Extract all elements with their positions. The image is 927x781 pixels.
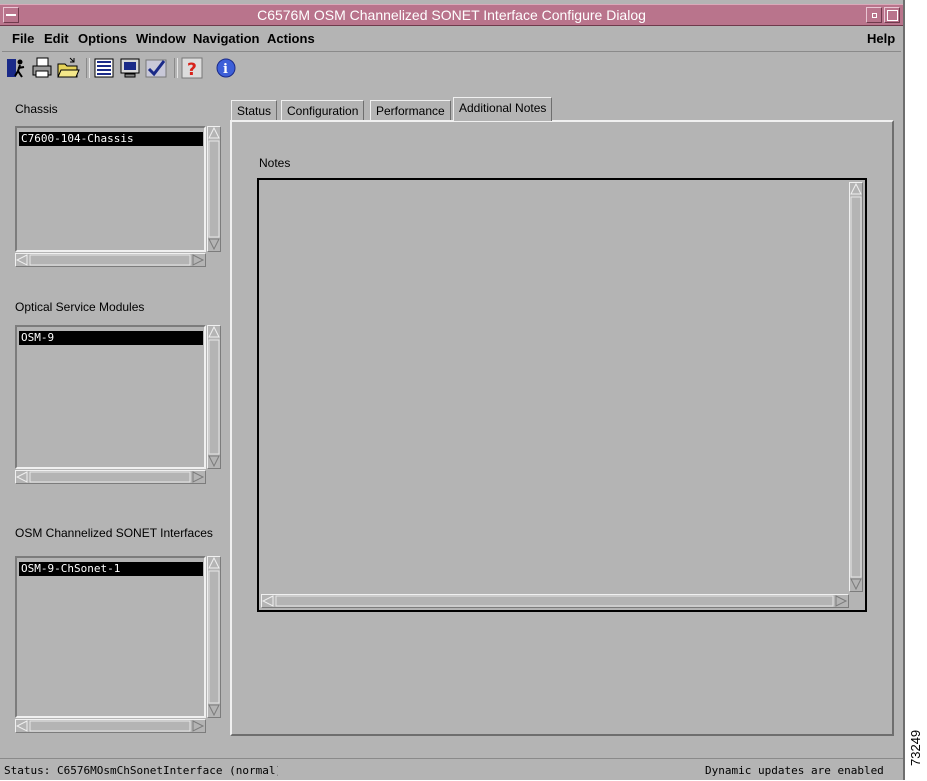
osm-label: Optical Service Modules: [15, 300, 145, 314]
menu-navigation[interactable]: Navigation: [193, 31, 259, 46]
list-item[interactable]: OSM-9-ChSonet-1: [19, 562, 203, 576]
menu-options[interactable]: Options: [78, 31, 127, 46]
interfaces-vertical-scrollbar[interactable]: [207, 556, 221, 718]
open-icon[interactable]: [56, 56, 80, 80]
tab-additional-notes[interactable]: Additional Notes: [453, 97, 553, 121]
interfaces-label: OSM Channelized SONET Interfaces: [15, 526, 213, 540]
notes-textarea[interactable]: [257, 178, 867, 612]
tab-configuration[interactable]: Configuration: [281, 100, 365, 122]
dialog-window: C6576M OSM Channelized SONET Interface C…: [0, 0, 905, 780]
toolbar-separator: [86, 58, 90, 78]
menu-bar: File Edit Options Window Navigation Acti…: [2, 27, 901, 52]
notes-label: Notes: [259, 156, 291, 170]
check-icon[interactable]: [144, 56, 168, 80]
chassis-label: Chassis: [15, 102, 58, 116]
toolbar: ? i: [2, 54, 901, 84]
toolbar-separator: [174, 58, 178, 78]
figure-id: 73249: [908, 729, 923, 766]
menu-actions[interactable]: Actions: [267, 31, 315, 46]
list-icon[interactable]: [92, 56, 116, 80]
help-icon[interactable]: ?: [180, 56, 204, 80]
list-item[interactable]: C7600-104-Chassis: [19, 132, 203, 146]
maximize-button[interactable]: [884, 7, 900, 23]
monitor-icon[interactable]: [118, 56, 142, 80]
minimize-button[interactable]: [866, 7, 882, 23]
svg-text:?: ?: [187, 60, 197, 80]
window-title: C6576M OSM Channelized SONET Interface C…: [257, 7, 646, 23]
chassis-vertical-scrollbar[interactable]: [207, 126, 221, 252]
notes-vertical-scrollbar[interactable]: [849, 182, 863, 592]
chassis-horizontal-scrollbar[interactable]: [15, 253, 206, 267]
menu-edit[interactable]: Edit: [44, 31, 69, 46]
menu-file[interactable]: File: [12, 31, 34, 46]
osm-list[interactable]: OSM-9: [15, 325, 206, 469]
exit-icon[interactable]: [4, 56, 28, 80]
title-bar[interactable]: C6576M OSM Channelized SONET Interface C…: [0, 4, 903, 26]
menu-help[interactable]: Help: [867, 31, 895, 46]
svg-text:i: i: [223, 62, 228, 77]
list-item[interactable]: OSM-9: [19, 331, 203, 345]
status-bar: Status: C6576MOsmChSonetInterface (norma…: [0, 758, 903, 781]
osm-horizontal-scrollbar[interactable]: [15, 470, 206, 484]
interfaces-horizontal-scrollbar[interactable]: [15, 719, 206, 733]
interfaces-list[interactable]: OSM-9-ChSonet-1: [15, 556, 206, 718]
info-icon[interactable]: i: [214, 56, 238, 80]
print-icon[interactable]: [30, 56, 54, 80]
notes-horizontal-scrollbar[interactable]: [261, 594, 849, 608]
menu-window[interactable]: Window: [136, 31, 186, 46]
tab-performance[interactable]: Performance: [370, 100, 451, 122]
status-text: Status: C6576MOsmChSonetInterface (norma…: [4, 764, 278, 777]
updates-status: Dynamic updates are enabled: [705, 764, 884, 777]
osm-vertical-scrollbar[interactable]: [207, 325, 221, 469]
chassis-list[interactable]: C7600-104-Chassis: [15, 126, 206, 252]
tab-status[interactable]: Status: [231, 100, 278, 122]
